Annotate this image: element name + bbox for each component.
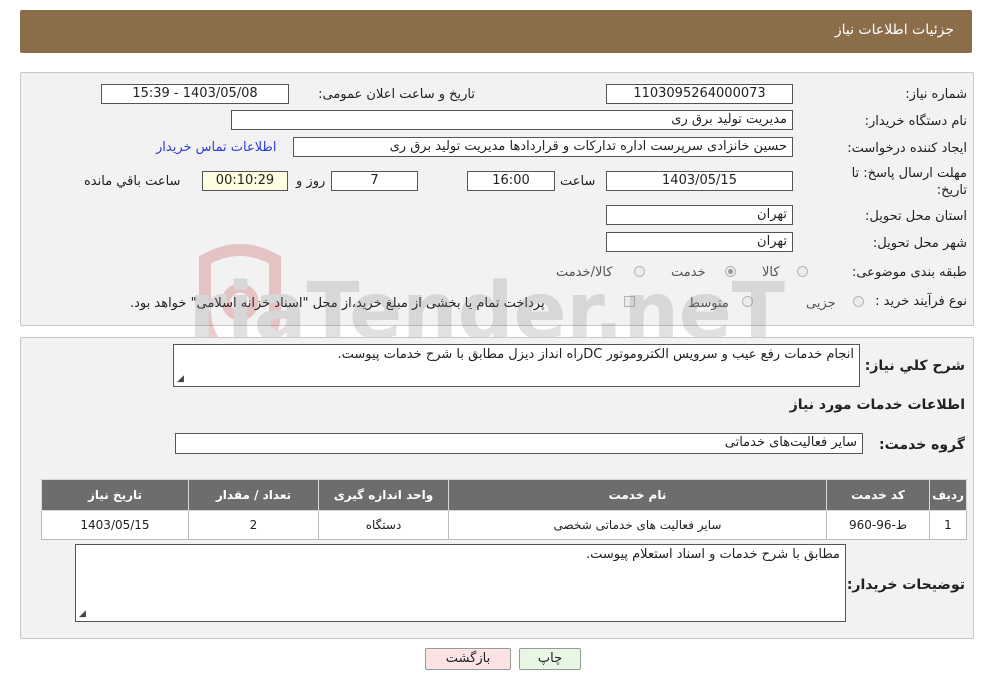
buyer-org-label: نام دستگاه خریدار:	[864, 114, 967, 129]
col-header-service-name: نام خدمت	[448, 479, 827, 511]
back-button[interactable]: بازگشت	[425, 648, 511, 670]
summary-label: شرح كلي نياز:	[864, 358, 965, 374]
cell-row-number: 1	[929, 510, 967, 540]
announce-date-label: تاریخ و ساعت اعلان عمومی:	[318, 87, 475, 102]
remaining-time-field: 00:10:29	[202, 171, 288, 191]
category-service-radio[interactable]	[725, 266, 736, 277]
cell-unit: دستگاه	[318, 510, 449, 540]
col-header-unit: واحد اندازه گیری	[318, 479, 449, 511]
buyer-contact-link[interactable]: اطلاعات تماس خریدار	[156, 140, 276, 155]
resize-grip-icon: ◢	[79, 609, 86, 619]
print-button[interactable]: چاپ	[519, 648, 581, 670]
deadline-date-field: 1403/05/15	[606, 171, 793, 191]
col-header-service-code: کد خدمت	[826, 479, 930, 511]
category-label: طبقه بندی موضوعی:	[851, 265, 967, 280]
services-table: ردیف کد خدمت نام خدمت واحد اندازه گیری ت…	[41, 479, 967, 540]
summary-textarea[interactable]: انجام خدمات رفع عیب و سرویس الکتروموتور …	[173, 344, 860, 387]
process-type-label: نوع فرآیند خرید :	[875, 294, 967, 309]
page-title: جزئیات اطلاعات نیاز	[834, 22, 954, 38]
service-group-field: سایر فعالیت‌های خدماتی	[175, 433, 863, 454]
col-header-row-number: ردیف	[929, 479, 967, 511]
announce-date-field: 1403/05/08 - 15:39	[101, 84, 289, 104]
table-header-row: ردیف کد خدمت نام خدمت واحد اندازه گیری ت…	[41, 479, 967, 511]
creator-label: ایجاد کننده درخواست:	[847, 141, 967, 156]
summary-text: انجام خدمات رفع عیب و سرویس الکتروموتور …	[337, 347, 854, 362]
remaining-days-field: 7	[331, 171, 418, 191]
category-goods-service-label: کالا/خدمت	[556, 265, 613, 280]
province-field: تهران	[606, 205, 793, 225]
buyer-notes-label: توضیحات خریدار:	[846, 577, 965, 593]
deadline-time-label: ساعت	[560, 174, 596, 189]
city-label: شهر محل تحویل:	[872, 236, 967, 251]
buyer-org-field: مدیریت تولید برق ری	[231, 110, 793, 130]
city-field: تهران	[606, 232, 793, 252]
deadline-label: مهلت ارسال پاسخ: تا	[851, 166, 967, 181]
page-header: جزئیات اطلاعات نیاز	[20, 10, 972, 53]
category-goods-service-radio[interactable]	[634, 266, 645, 277]
need-number-label: شماره نیاز:	[905, 87, 967, 102]
remaining-time-label: ساعت باقي مانده	[84, 174, 181, 189]
deadline-time-field: 16:00	[467, 171, 555, 191]
process-minor-radio[interactable]	[853, 296, 864, 307]
cell-service-name: سایر فعالیت های خدماتی شخصی	[448, 510, 827, 540]
buyer-notes-text: مطابق با شرح خدمات و اسناد استعلام پیوست…	[585, 547, 840, 562]
province-label: استان محل تحویل:	[865, 209, 967, 224]
creator-field: حسین خانزادی سرپرست اداره تدارکات و قرار…	[293, 137, 793, 157]
payment-note: پرداخت تمام یا بخشی از مبلغ خرید،از محل …	[130, 296, 545, 311]
days-label: روز و	[296, 174, 326, 189]
buyer-notes-textarea[interactable]: مطابق با شرح خدمات و اسناد استعلام پیوست…	[75, 544, 846, 622]
service-group-label: گروه خدمت:	[879, 437, 965, 453]
category-service-label: خدمت	[671, 265, 706, 280]
category-goods-label: کالا	[762, 265, 780, 280]
process-minor-label: جزیی	[806, 296, 836, 311]
deadline-label-date: تاریخ:	[936, 183, 967, 198]
process-medium-label: متوسط	[688, 296, 729, 311]
cell-need-date: 1403/05/15	[41, 510, 189, 540]
category-goods-radio[interactable]	[797, 266, 808, 277]
treasury-bonds-checkbox[interactable]	[624, 296, 635, 307]
col-header-quantity: تعداد / مقدار	[188, 479, 319, 511]
services-section-title: اطلاعات خدمات مورد نیاز	[789, 397, 965, 413]
need-number-field: 1103095264000073	[606, 84, 793, 104]
resize-grip-icon: ◢	[177, 374, 184, 384]
col-header-need-date: تاریخ نیاز	[41, 479, 189, 511]
cell-service-code: ط-96-960	[826, 510, 930, 540]
table-row: 1 ط-96-960 سایر فعالیت های خدماتی شخصی د…	[41, 510, 967, 540]
cell-quantity: 2	[188, 510, 319, 540]
process-medium-radio[interactable]	[742, 296, 753, 307]
